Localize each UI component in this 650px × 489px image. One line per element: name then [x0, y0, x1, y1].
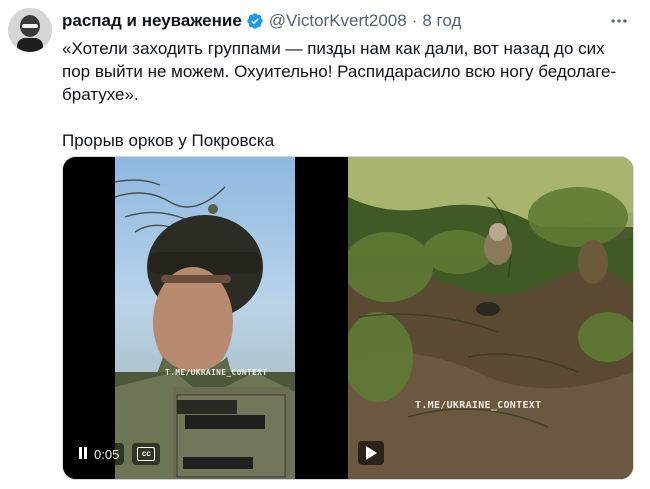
play-icon[interactable]: [358, 441, 384, 465]
video-controls: 0:05 cc: [73, 443, 161, 465]
tweet-text-line: пор выйти не можем. Охуительно! Распидар…: [62, 62, 617, 81]
video-control-pill: 0:05: [73, 443, 125, 465]
video-left[interactable]: T.ME/UKRAINE_CONTEXT 0:05 cc: [63, 157, 346, 479]
pause-icon[interactable]: [78, 446, 88, 462]
media-grid: T.ME/UKRAINE_CONTEXT 0:05 cc T.ME/UKRAIN…: [62, 156, 634, 480]
video-time: 0:05: [94, 446, 120, 462]
video-right[interactable]: T.ME/UKRAINE_CONTEXT: [348, 157, 633, 479]
tweet-header: распад и неуважение @VictorKvert2008 · 8…: [62, 10, 461, 32]
captions-icon: cc: [137, 447, 156, 461]
author-handle[interactable]: @VictorKvert2008: [269, 11, 407, 31]
header-separator: ·: [411, 11, 418, 30]
more-dots-icon[interactable]: [606, 8, 632, 34]
tweet-caption: Прорыв орков у Покровска: [62, 131, 275, 150]
captions-button[interactable]: cc: [132, 443, 161, 465]
video-left-frame: T.ME/UKRAINE_CONTEXT: [115, 157, 295, 479]
tweet-text-line: «Хотели заходить группами — пизды нам ка…: [62, 39, 605, 58]
author-display-name[interactable]: распад и неуважение: [62, 11, 242, 31]
tweet-timestamp[interactable]: 8 год: [422, 11, 461, 31]
video-watermark: T.ME/UKRAINE_CONTEXT: [165, 368, 268, 377]
verified-badge-icon: [246, 12, 264, 30]
tweet-text: «Хотели заходить группами — пизды нам ка…: [62, 37, 634, 152]
tweet-card[interactable]: распад и неуважение @VictorKvert2008 · 8…: [0, 0, 650, 489]
avatar[interactable]: [8, 8, 52, 52]
tweet-text-line: братухе».: [62, 85, 139, 104]
video-watermark: T.ME/UKRAINE_CONTEXT: [415, 400, 542, 411]
